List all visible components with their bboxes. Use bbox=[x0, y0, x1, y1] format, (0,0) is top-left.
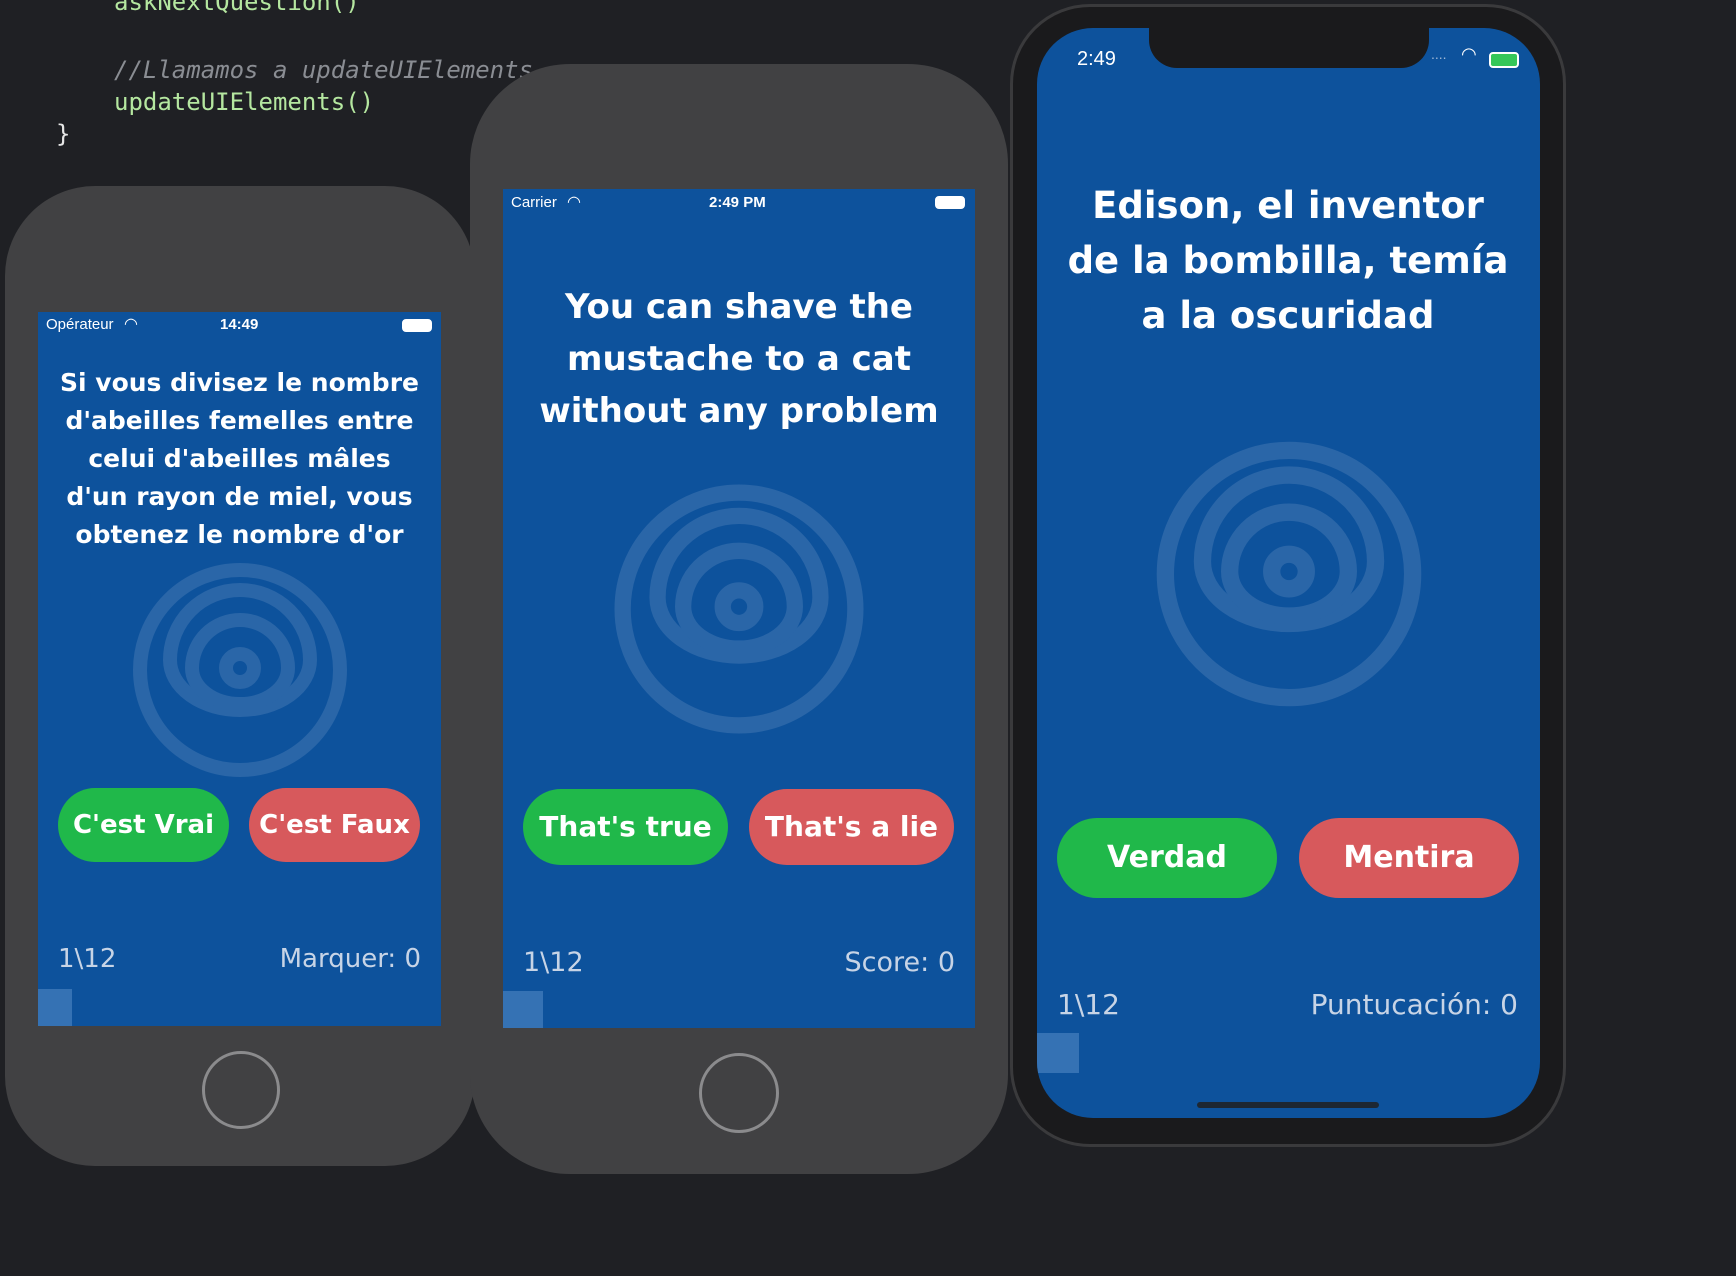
signal-icon: .... bbox=[1431, 46, 1447, 62]
status-bar: 2:49 .... ◠ bbox=[1037, 28, 1540, 72]
quiz-logo-icon bbox=[1156, 441, 1422, 707]
score-label: Puntucación: 0 bbox=[1310, 988, 1518, 1021]
status-bar: Carrier ◠ 2:49 PM bbox=[503, 189, 975, 215]
status-time: 2:49 PM bbox=[709, 194, 766, 211]
battery-icon bbox=[402, 319, 432, 332]
screen-english: Carrier ◠ 2:49 PM You can shave the must… bbox=[503, 189, 975, 1028]
wifi-icon: ◠ bbox=[567, 194, 581, 211]
progress-label: 1\12 bbox=[523, 947, 584, 978]
quiz-logo-icon bbox=[614, 484, 864, 734]
carrier-label: Carrier bbox=[511, 194, 557, 211]
true-button[interactable]: That's true bbox=[523, 789, 728, 865]
screen-spanish: 2:49 .... ◠ Edison, el inventor de la bo… bbox=[1037, 28, 1540, 1118]
code-line-ask-next: askNextQuestion() bbox=[114, 0, 360, 16]
home-button[interactable] bbox=[699, 1053, 779, 1133]
screen-french: Opérateur ◠ 14:49 Si vous divisez le nom… bbox=[38, 312, 441, 1026]
true-button[interactable]: Verdad bbox=[1057, 818, 1277, 898]
carrier-label: Opérateur bbox=[46, 316, 114, 333]
code-closing-brace: } bbox=[56, 120, 71, 148]
wifi-icon: ◠ bbox=[1461, 44, 1477, 64]
progress-label: 1\12 bbox=[58, 944, 117, 974]
progress-bar bbox=[1037, 1033, 1079, 1073]
false-button[interactable]: Mentira bbox=[1299, 818, 1519, 898]
quiz-logo-icon bbox=[133, 563, 347, 777]
progress-bar bbox=[503, 991, 543, 1028]
home-indicator[interactable] bbox=[1197, 1102, 1379, 1108]
battery-icon bbox=[935, 196, 965, 209]
progress-bar bbox=[38, 989, 72, 1026]
code-comment: //Llamamos a updateUIElements bbox=[114, 56, 534, 84]
battery-icon bbox=[1489, 52, 1519, 68]
true-button[interactable]: C'est Vrai bbox=[58, 788, 229, 862]
code-line-update: updateUIElements() bbox=[114, 88, 375, 116]
progress-label: 1\12 bbox=[1057, 988, 1120, 1021]
home-button[interactable] bbox=[202, 1051, 280, 1129]
score-label: Marquer: 0 bbox=[279, 944, 421, 974]
question-text: You can shave the mustache to a cat with… bbox=[539, 287, 939, 431]
question-text: Si vous divisez le nombre d'abeilles fem… bbox=[60, 368, 419, 549]
status-bar: Opérateur ◠ 14:49 bbox=[38, 312, 441, 338]
wifi-icon: ◠ bbox=[124, 316, 138, 333]
score-label: Score: 0 bbox=[844, 947, 955, 978]
question-text: Edison, el inventor de la bombilla, temí… bbox=[1067, 184, 1509, 337]
false-button[interactable]: C'est Faux bbox=[249, 788, 420, 862]
status-time: 14:49 bbox=[220, 316, 259, 333]
status-time: 2:49 bbox=[1077, 48, 1116, 70]
false-button[interactable]: That's a lie bbox=[749, 789, 954, 865]
